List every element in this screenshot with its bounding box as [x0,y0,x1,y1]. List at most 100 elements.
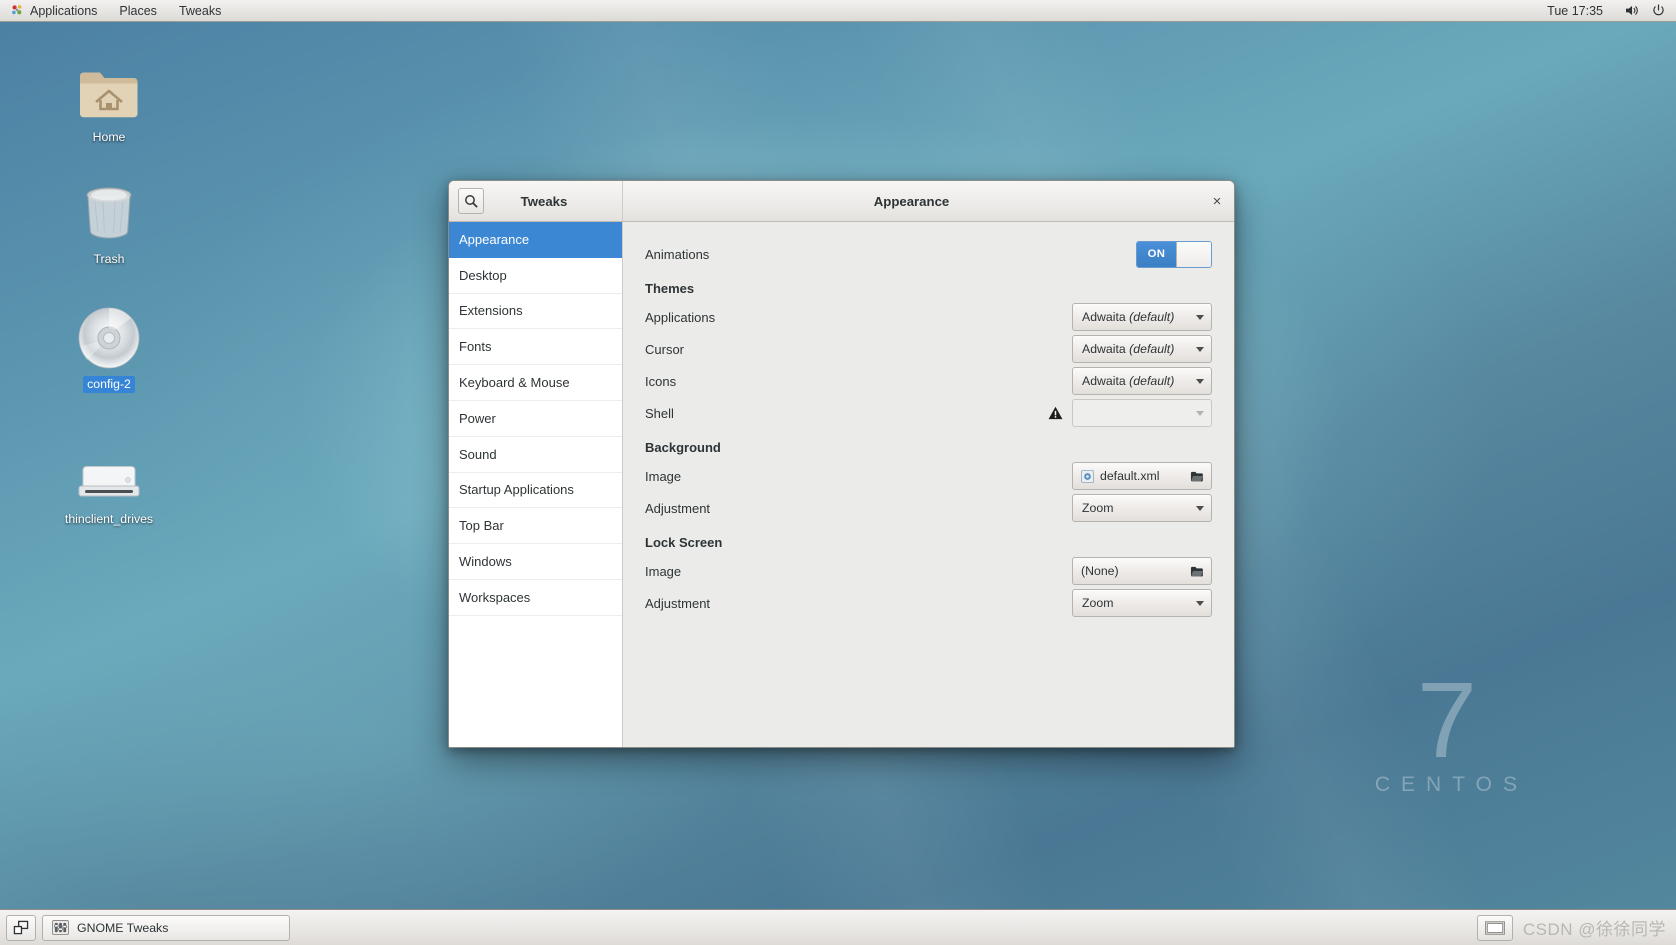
open-folder-icon [1190,470,1204,483]
chevron-down-icon [1196,314,1204,320]
lockscreen-adjustment-dropdown[interactable]: Zoom [1072,589,1212,617]
sidebar-item-label: Extensions [459,303,523,319]
row-theme-shell: Shell [645,397,1212,429]
animations-toggle-state: ON [1137,241,1176,267]
background-adjustment-value: Zoom [1082,501,1114,515]
xml-file-icon [1081,469,1094,483]
desktop-icon-config-2-label: config-2 [83,376,135,394]
row-theme-applications: Applications Adwaita (default) [645,301,1212,333]
theme-applications-dropdown[interactable]: Adwaita (default) [1072,303,1212,331]
row-background-image: Image default.xml [645,460,1212,492]
theme-icons-value-default: (default) [1129,374,1175,388]
taskbar-window-button[interactable]: GNOME Tweaks [42,914,290,941]
background-adjustment-dropdown[interactable]: Zoom [1072,494,1212,522]
desktop-icon-home-label: Home [92,130,126,144]
sidebar: Appearance Desktop Extensions Fonts Keyb… [449,222,623,747]
speaker-icon [1625,4,1640,17]
sidebar-item-label: Startup Applications [459,482,574,498]
sidebar-item-top-bar[interactable]: Top Bar [449,508,622,545]
themes-heading: Themes [645,281,695,296]
sidebar-item-workspaces[interactable]: Workspaces [449,580,622,616]
gnome-tweaks-window: Tweaks Appearance × Appearance Desktop E… [448,180,1235,748]
background-heading: Background [645,440,721,455]
background-image-file-chooser[interactable]: default.xml [1072,462,1212,490]
sidebar-item-extensions[interactable]: Extensions [449,294,622,330]
lock-screen-heading: Lock Screen [645,535,723,550]
row-animations: Animations ON [645,238,1212,270]
workspace-switcher-icon[interactable] [1476,914,1513,941]
desktop-icon-config-2[interactable]: config-2 [56,305,162,394]
lockscreen-image-file-chooser[interactable]: (None) [1072,557,1212,585]
open-folder-icon [1190,565,1204,578]
row-lockscreen-image: Image (None) [645,555,1212,587]
theme-applications-value-default: (default) [1129,310,1175,324]
applications-menu-label: Applications [30,3,98,18]
show-desktop-icon[interactable] [6,914,36,941]
csdn-watermark: CSDN @徐徐同学 [1522,920,1666,939]
desktop-icon-thinclient-drives[interactable]: thinclient_drives [56,440,162,528]
home-folder-icon [56,58,162,124]
theme-cursor-dropdown[interactable]: Adwaita (default) [1072,335,1212,363]
lockscreen-image-label: Image [645,563,682,579]
power-icon [1652,4,1665,17]
taskbar: GNOME Tweaks CSDN @徐徐同学 [0,909,1676,945]
titlebar-left-pane: Tweaks [449,181,623,221]
sidebar-item-label: Windows [459,554,512,570]
gnome-logo-icon [11,4,24,17]
desktop-icon-trash[interactable]: Trash [56,180,162,268]
sidebar-item-desktop[interactable]: Desktop [449,258,622,294]
sidebar-item-label: Top Bar [459,518,504,534]
animations-label: Animations [645,246,710,262]
desktop-icon-trash-label: Trash [93,252,125,266]
sidebar-item-label: Workspaces [459,589,531,605]
theme-shell-dropdown[interactable] [1072,399,1212,427]
clock[interactable]: Tue 17:35 [1536,0,1614,22]
appearance-settings-panel: Animations ON Themes Applications Adwait… [623,222,1234,747]
sidebar-item-label: Fonts [459,339,492,355]
sidebar-item-power[interactable]: Power [449,401,622,437]
close-icon[interactable]: × [1200,181,1234,221]
sidebar-item-label: Power [459,410,496,426]
theme-shell-label: Shell [645,405,674,421]
theme-icons-label: Icons [645,373,677,389]
desktop-icon-home[interactable]: Home [56,58,162,146]
lockscreen-adjustment-value: Zoom [1082,596,1114,610]
lockscreen-adjustment-label: Adjustment [645,595,711,611]
window-title: Tweaks [520,193,568,209]
chevron-down-icon [1196,505,1204,511]
background-image-value: default.xml [1100,469,1160,483]
theme-cursor-label: Cursor [645,341,685,357]
warning-triangle-icon [1048,406,1063,420]
sidebar-item-label: Sound [459,446,497,462]
theme-cursor-value: Adwaita [1082,342,1130,356]
animations-toggle[interactable]: ON [1136,240,1212,268]
applications-menu[interactable]: Applications [0,0,108,22]
places-menu[interactable]: Places [108,0,168,22]
sidebar-item-windows[interactable]: Windows [449,544,622,580]
sidebar-item-startup-applications[interactable]: Startup Applications [449,473,622,509]
taskbar-window-label: GNOME Tweaks [77,920,169,935]
window-subtitle: Appearance [873,193,950,209]
search-icon[interactable] [458,188,484,214]
tweaks-app-menu[interactable]: Tweaks [168,0,232,22]
theme-cursor-value-default: (default) [1129,342,1175,356]
sidebar-item-sound[interactable]: Sound [449,437,622,473]
row-background-adjustment: Adjustment Zoom [645,492,1212,524]
cdrom-icon [56,305,162,371]
chevron-down-icon [1196,378,1204,384]
sidebar-item-appearance[interactable]: Appearance [449,222,622,258]
theme-icons-value: Adwaita [1082,374,1130,388]
animations-control: ON [1136,240,1212,268]
system-status-area[interactable] [1614,0,1676,22]
sidebar-item-keyboard-mouse[interactable]: Keyboard & Mouse [449,365,622,401]
sidebar-item-fonts[interactable]: Fonts [449,329,622,366]
tweaks-app-menu-label: Tweaks [178,3,222,18]
theme-icons-dropdown[interactable]: Adwaita (default) [1072,367,1212,395]
toggle-knob [1176,241,1211,267]
drive-icon [56,440,162,506]
row-lockscreen-adjustment: Adjustment Zoom [645,587,1212,619]
places-menu-label: Places [119,3,157,18]
chevron-down-icon [1196,410,1204,416]
theme-applications-value: Adwaita [1082,310,1130,324]
background-adjustment-label: Adjustment [645,500,711,516]
